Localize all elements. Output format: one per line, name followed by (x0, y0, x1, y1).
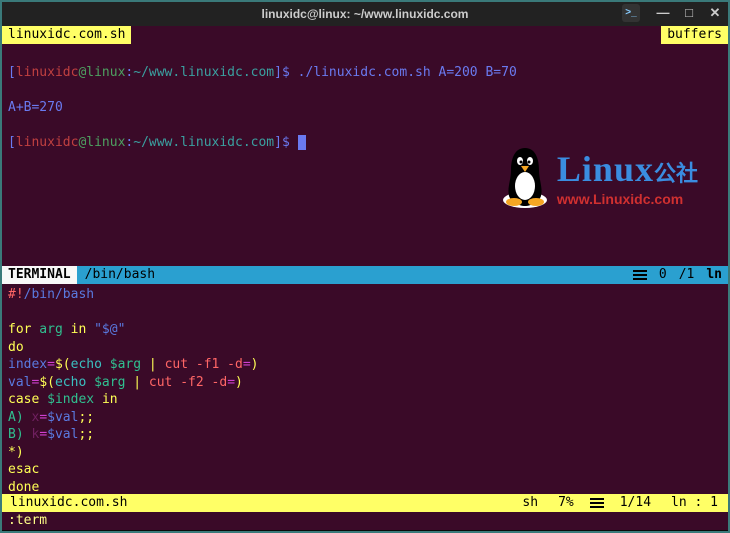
status-filename: linuxidc.com.sh (2, 494, 135, 512)
ln-label: ln (700, 266, 728, 284)
terminal-cursor (298, 135, 306, 150)
status-lncol: ln : 1 (661, 494, 728, 512)
editor-status-bar: linuxidc.com.sh sh 7% 1/14 ln : 1 (2, 494, 728, 512)
tab-file[interactable]: linuxidc.com.sh (2, 26, 131, 44)
vim-command-line[interactable]: :term (2, 512, 728, 530)
terminal-icon: >_ (622, 4, 640, 22)
status-filetype: sh (512, 494, 548, 512)
buffer-tabs: linuxidc.com.sh buffers (2, 26, 728, 44)
total: /1 (673, 266, 701, 284)
window-controls: >_ — □ ✕ (622, 4, 724, 22)
close-button[interactable]: ✕ (706, 4, 724, 22)
watermark-logo: Linux公社 www.Linuxidc.com (497, 144, 698, 210)
pos: 0 (653, 266, 673, 284)
terminal-status-bar: TERMINAL /bin/bash 0 /1 ln (2, 266, 728, 284)
status-lines: 1/14 (610, 494, 661, 512)
terminal-pane[interactable]: [linuxidc@linux:~/www.linuxidc.com]$ ./l… (2, 44, 728, 266)
output-line: A+B=270 (8, 99, 722, 117)
tux-icon (497, 144, 553, 210)
window-title: linuxidc@linux: ~/www.linuxidc.com (2, 6, 728, 22)
window-titlebar: linuxidc@linux: ~/www.linuxidc.com >_ — … (2, 2, 728, 26)
logo-text: Linux公社 www.Linuxidc.com (557, 145, 698, 208)
tab-buffers[interactable]: buffers (661, 26, 728, 44)
maximize-button[interactable]: □ (680, 4, 698, 22)
status-percent: 7% (548, 494, 584, 512)
shell-path: /bin/bash (77, 266, 163, 284)
prompt-line-1: [linuxidc@linux:~/www.linuxidc.com]$ ./l… (8, 46, 722, 99)
hamburger-icon (627, 268, 653, 282)
editor-pane[interactable]: #!/bin/bash for arg in "$@" do index=$(e… (2, 284, 728, 494)
minimize-button[interactable]: — (654, 4, 672, 22)
hamburger-icon (584, 496, 610, 510)
mode-tag: TERMINAL (2, 266, 77, 284)
